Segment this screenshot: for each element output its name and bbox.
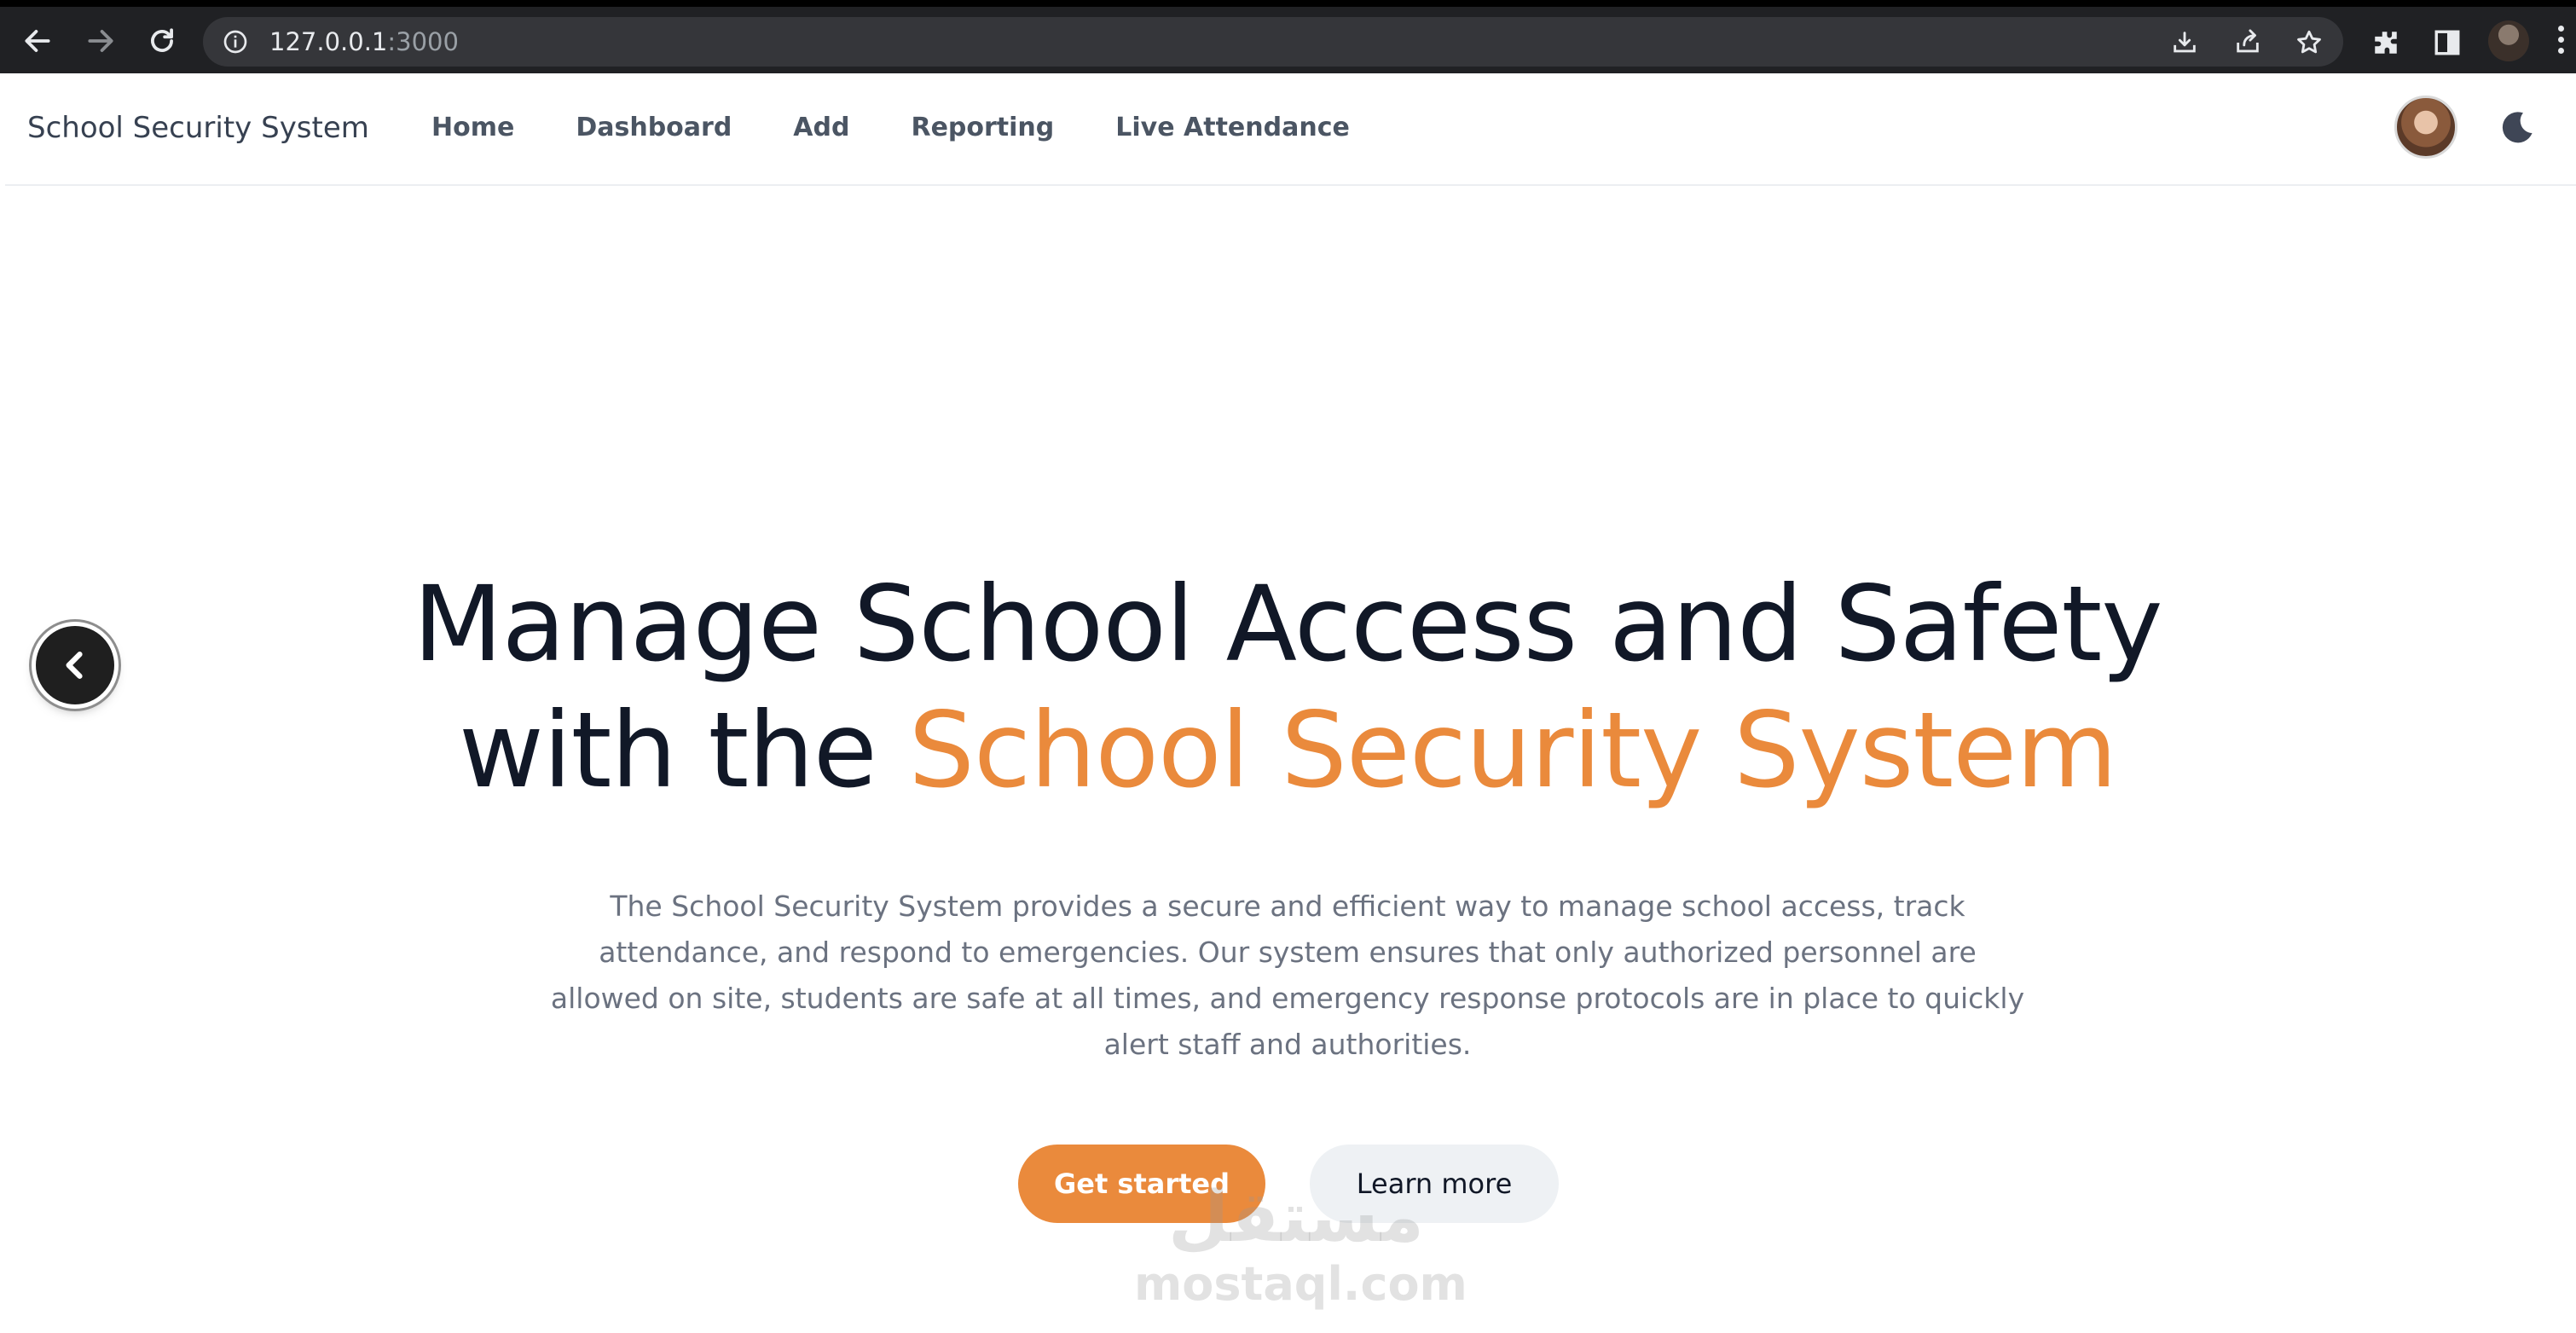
watermark-latin: mostaql.com <box>1134 1257 1467 1311</box>
moon-icon[interactable] <box>2497 107 2538 148</box>
forward-arrow-icon[interactable] <box>80 20 121 61</box>
address-bar[interactable]: 127.0.0.1:3000 <box>203 17 2343 67</box>
hero-title-line1: Manage School Access and Safety <box>413 564 2162 685</box>
url-port: :3000 <box>387 27 459 56</box>
url-text: 127.0.0.1:3000 <box>269 27 459 56</box>
hero-title-prefix: with the <box>458 690 909 811</box>
chevron-left-icon <box>66 652 83 679</box>
reload-icon[interactable] <box>142 20 182 61</box>
url-host: 127.0.0.1 <box>269 27 388 56</box>
share-icon[interactable] <box>2229 24 2266 61</box>
carousel-prev-button[interactable] <box>36 626 114 704</box>
site-navbar: School Security System Home Dashboard Ad… <box>5 73 2576 186</box>
brand-title[interactable]: School Security System <box>27 111 369 145</box>
browser-toolbar: 127.0.0.1:3000 <box>0 0 2576 73</box>
star-icon[interactable] <box>2290 24 2328 61</box>
nav-link-add[interactable]: Add <box>793 113 849 142</box>
hero-title-accent: School Security System <box>908 690 2118 811</box>
info-icon[interactable] <box>222 28 249 55</box>
hero-description: The School Security System provides a se… <box>550 890 2025 1061</box>
profile-icon[interactable] <box>2488 20 2529 61</box>
extensions-icon[interactable] <box>2367 24 2405 61</box>
hero-title: Manage School Access and Safety with the… <box>256 561 2319 814</box>
user-avatar[interactable] <box>2394 96 2457 159</box>
back-arrow-icon[interactable] <box>17 20 58 61</box>
menu-icon[interactable] <box>2556 26 2567 60</box>
watermark-arabic: مستقل <box>1168 1177 1424 1258</box>
side-panel-icon[interactable] <box>2428 24 2466 61</box>
nav-link-live-attendance[interactable]: Live Attendance <box>1115 113 1350 142</box>
nav-link-home[interactable]: Home <box>431 113 514 142</box>
nav-link-reporting[interactable]: Reporting <box>911 113 1054 142</box>
watermark-logo: مستقل mostaql.com <box>1134 1177 1467 1311</box>
nav-links: Home Dashboard Add Reporting Live Attend… <box>431 113 1411 142</box>
nav-link-dashboard[interactable]: Dashboard <box>576 113 732 142</box>
install-icon[interactable] <box>2166 24 2203 61</box>
